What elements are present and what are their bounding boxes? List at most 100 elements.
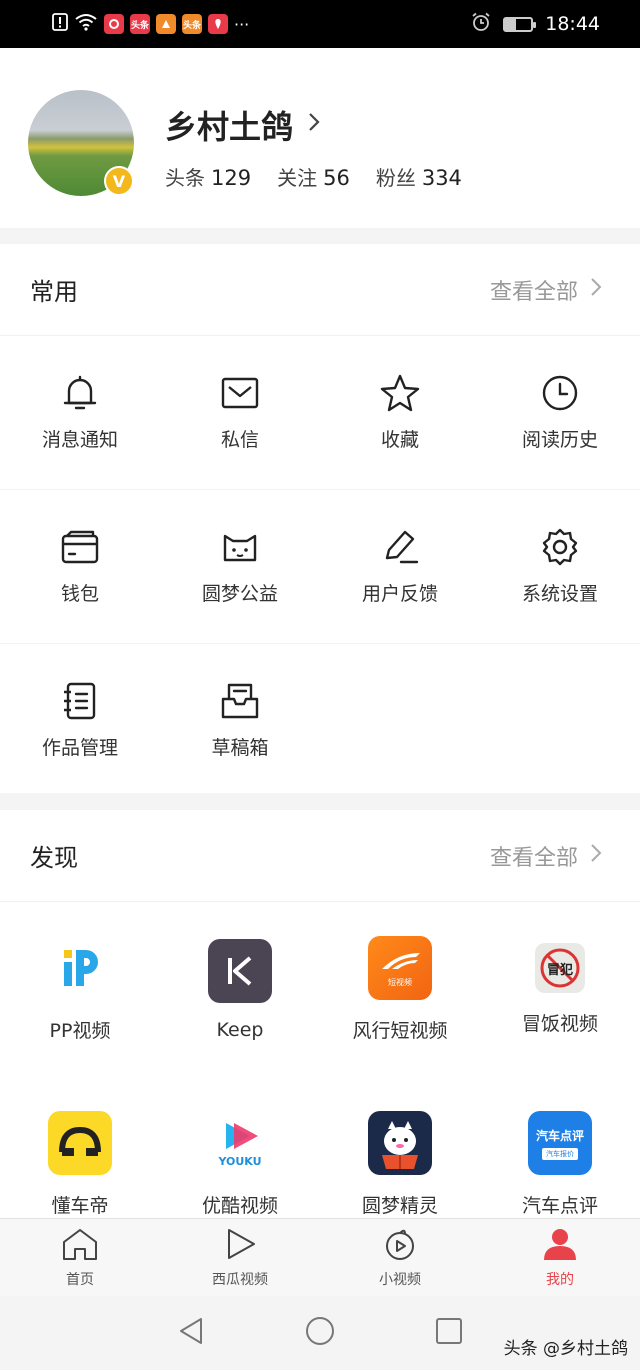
home-icon bbox=[61, 1227, 99, 1265]
notification-app-icon-3 bbox=[156, 14, 176, 34]
app-keep[interactable]: Keep bbox=[160, 902, 320, 1077]
cat-face-icon bbox=[220, 527, 260, 567]
wifi-icon bbox=[74, 13, 98, 35]
item-messages[interactable]: 私信 bbox=[160, 336, 320, 489]
item-label: 作品管理 bbox=[41, 737, 118, 759]
tab-short-video[interactable]: 小视频 bbox=[320, 1219, 480, 1296]
draft-box-icon bbox=[220, 681, 260, 721]
chevron-right-icon bbox=[590, 843, 602, 868]
stat-label: 头条 bbox=[165, 166, 205, 190]
stat-toutiao[interactable]: 头条 129 bbox=[165, 162, 251, 191]
clock-icon bbox=[540, 373, 580, 413]
notification-app-icon-2: 头条 bbox=[130, 14, 150, 34]
icon-caption: 冒犯 bbox=[546, 962, 573, 978]
icon-caption: YOUKU bbox=[218, 1154, 262, 1168]
status-time: 18:44 bbox=[545, 13, 600, 35]
discover-grid: PP视频 Keep 短视频 风行短视频 冒犯 冒饭视频 懂车帝 YOUKU 优酷… bbox=[0, 902, 640, 1218]
profile-stats: 头条 129 关注 56 粉丝 334 bbox=[165, 162, 462, 191]
username-link[interactable]: 乡村土鸽 bbox=[165, 102, 321, 148]
app-label: 懂车帝 bbox=[51, 1195, 109, 1217]
person-icon bbox=[542, 1227, 578, 1265]
view-all-discover-button[interactable]: 查看全部 bbox=[490, 840, 602, 872]
recents-icon[interactable] bbox=[435, 1317, 463, 1349]
status-bar: 头条 头条 ··· 18:44 bbox=[0, 0, 640, 48]
app-label: 冒饭视频 bbox=[521, 1013, 598, 1035]
app-dongchedi[interactable]: 懂车帝 bbox=[0, 1077, 160, 1218]
app-label: 风行短视频 bbox=[352, 1020, 448, 1042]
item-label: 阅读历史 bbox=[521, 429, 598, 451]
star-icon bbox=[380, 373, 420, 413]
app-label: 汽车点评 bbox=[521, 1195, 598, 1217]
discover-section-header: 发现 查看全部 bbox=[0, 810, 640, 902]
tab-label: 首页 bbox=[66, 1271, 94, 1288]
tab-mine[interactable]: 我的 bbox=[480, 1219, 640, 1296]
tab-home[interactable]: 首页 bbox=[0, 1219, 160, 1296]
app-qichedianping[interactable]: 汽车点评 汽车报价 汽车点评 bbox=[480, 1077, 640, 1218]
notification-app-icon-1 bbox=[104, 14, 124, 34]
common-grid: 消息通知 私信 收藏 阅读历史 钱包 圆梦公益 用户反馈 系统设置 作品管理 草… bbox=[0, 336, 640, 797]
item-label: 用户反馈 bbox=[361, 583, 438, 605]
stat-value: 129 bbox=[211, 166, 252, 190]
notification-app-icon-4: 头条 bbox=[182, 14, 202, 34]
app-label: 优酷视频 bbox=[201, 1195, 278, 1217]
icon-caption: 短视频 bbox=[388, 977, 412, 987]
alarm-icon bbox=[471, 12, 491, 37]
item-drafts[interactable]: 草稿箱 bbox=[160, 644, 320, 797]
item-label: 圆梦公益 bbox=[201, 583, 278, 605]
notebook-icon bbox=[60, 681, 100, 721]
username: 乡村土鸽 bbox=[165, 108, 294, 146]
item-settings[interactable]: 系统设置 bbox=[480, 490, 640, 643]
stat-value: 334 bbox=[421, 166, 462, 190]
app-yuanmeng[interactable]: 圆梦精灵 bbox=[320, 1077, 480, 1218]
verified-badge: V bbox=[104, 166, 134, 196]
back-icon[interactable] bbox=[177, 1316, 205, 1350]
keep-icon bbox=[208, 938, 272, 1003]
envelope-icon bbox=[220, 373, 260, 413]
app-label: PP视频 bbox=[49, 1020, 111, 1042]
app-label: 圆梦精灵 bbox=[361, 1195, 438, 1217]
play-icon bbox=[223, 1227, 257, 1265]
item-feedback[interactable]: 用户反馈 bbox=[320, 490, 480, 643]
common-section-header: 常用 查看全部 bbox=[0, 244, 640, 336]
youku-icon: YOUKU bbox=[208, 1111, 272, 1175]
item-favorites[interactable]: 收藏 bbox=[320, 336, 480, 489]
battery-icon bbox=[503, 16, 537, 32]
item-wallet[interactable]: 钱包 bbox=[0, 490, 160, 643]
app-fengxing[interactable]: 短视频 风行短视频 bbox=[320, 902, 480, 1077]
profile-header: V 乡村土鸽 头条 129 关注 56 粉丝 334 bbox=[0, 48, 640, 228]
stat-following[interactable]: 关注 56 bbox=[277, 162, 350, 191]
view-all-common-button[interactable]: 查看全部 bbox=[490, 274, 602, 306]
chevron-right-icon bbox=[307, 110, 321, 140]
view-all-label: 查看全部 bbox=[489, 279, 578, 305]
item-label: 消息通知 bbox=[41, 429, 118, 451]
section-title: 常用 bbox=[30, 278, 78, 306]
app-maofan[interactable]: 冒犯 冒饭视频 bbox=[480, 902, 640, 1077]
app-youku[interactable]: YOUKU 优酷视频 bbox=[160, 1077, 320, 1218]
icon-caption: 汽车点评 bbox=[535, 1128, 584, 1143]
qichedianping-icon: 汽车点评 汽车报价 bbox=[528, 1111, 592, 1175]
maofan-icon: 冒犯 bbox=[535, 943, 585, 993]
section-title: 发现 bbox=[30, 844, 78, 872]
item-works-management[interactable]: 作品管理 bbox=[0, 644, 160, 797]
item-label: 私信 bbox=[220, 429, 259, 451]
tab-label: 西瓜视频 bbox=[212, 1271, 268, 1288]
app-pp-video[interactable]: PP视频 bbox=[0, 902, 160, 1077]
tab-xigua-video[interactable]: 西瓜视频 bbox=[160, 1219, 320, 1296]
item-charity[interactable]: 圆梦公益 bbox=[160, 490, 320, 643]
status-left: 头条 头条 ··· bbox=[52, 13, 249, 35]
chevron-right-icon bbox=[590, 277, 602, 302]
view-all-label: 查看全部 bbox=[489, 845, 578, 871]
tab-label: 小视频 bbox=[379, 1271, 421, 1288]
pp-video-icon bbox=[48, 936, 112, 1000]
wallet-icon bbox=[60, 527, 100, 567]
more-notifications-icon: ··· bbox=[234, 14, 250, 34]
home-circle-icon[interactable] bbox=[305, 1316, 335, 1350]
item-label: 收藏 bbox=[380, 429, 419, 451]
item-history[interactable]: 阅读历史 bbox=[480, 336, 640, 489]
common-section: 常用 查看全部 消息通知 私信 收藏 阅读历史 钱包 圆梦公益 用户反馈 系统设… bbox=[0, 244, 640, 793]
app-label: Keep bbox=[216, 1018, 264, 1041]
item-notifications[interactable]: 消息通知 bbox=[0, 336, 160, 489]
bell-icon bbox=[60, 373, 100, 413]
stat-followers[interactable]: 粉丝 334 bbox=[376, 162, 462, 191]
icon-subcaption: 汽车报价 bbox=[542, 1147, 578, 1160]
